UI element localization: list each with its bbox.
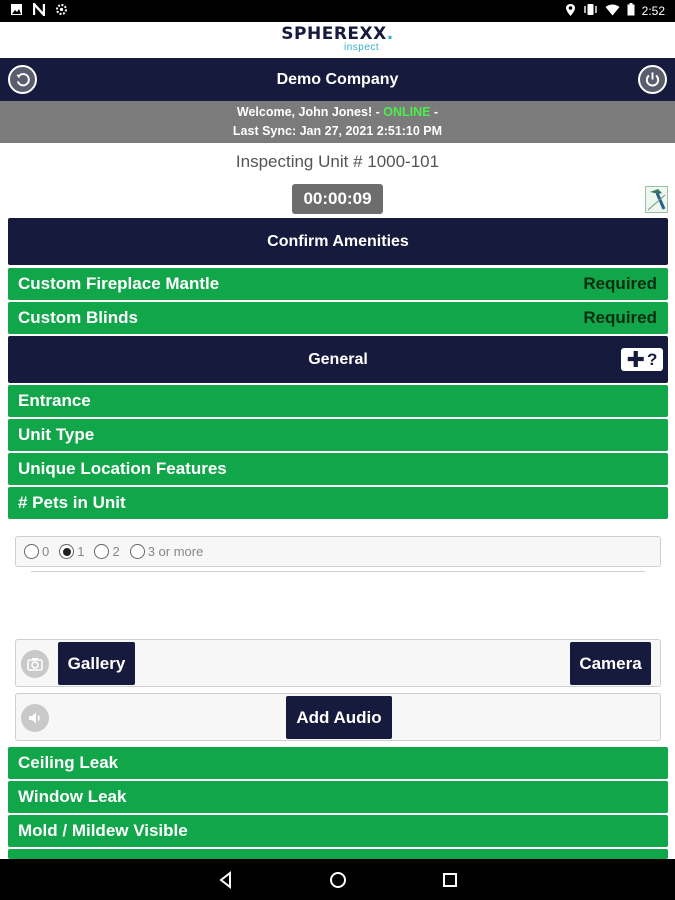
pets-radio-group: 0 1 2 3 or more [15,536,661,567]
hammer-tool-icon[interactable] [645,186,668,213]
section-header-general: General ✚? [8,336,668,383]
welcome-bar: Welcome, John Jones! - ONLINE - Last Syn… [0,101,675,143]
logo-dot: . [386,24,394,44]
status-right-icons: 2:52 [565,3,665,20]
status-bar: 2:52 [0,0,675,22]
question-label: # Pets in Unit [18,493,126,512]
plus-question-icon[interactable]: ✚? [621,348,663,371]
logo-text: SPHEREXX [281,24,387,44]
location-icon [565,3,576,20]
radio-button[interactable] [129,544,145,559]
plus-icon: ✚ [626,346,646,372]
app-header: Demo Company [0,58,675,101]
radio-dot [62,547,71,556]
inspection-timer: 00:00:09 [292,184,383,214]
radio-label: 2 [112,544,120,559]
battery-icon [627,3,635,19]
triangle-back-icon [219,870,231,890]
required-badge: Required [583,274,657,293]
last-sync: Last Sync: Jan 27, 2021 2:51:10 PM [232,124,443,138]
amenity-label: Custom Fireplace Mantle [18,274,220,293]
welcome-line: Welcome, John Jones! - ONLINE - [0,103,675,122]
amenity-row[interactable]: Custom Fireplace Mantle Required [8,268,668,300]
power-button[interactable] [638,65,667,94]
radio-label: 1 [77,544,85,559]
amenity-label: Custom Blinds [18,308,138,327]
amenity-row[interactable]: Custom Blinds Required [8,302,668,334]
android-nav-bar [0,859,675,900]
radio-button[interactable] [24,544,39,559]
nav-back-button[interactable] [215,869,237,891]
welcome-dash: - [430,105,439,119]
radio-option-3-or-more[interactable]: 3 or more [129,544,204,559]
welcome-text: Welcome, John Jones! - [236,105,384,119]
section-header-amenities: Confirm Amenities [8,218,668,265]
square-recents-icon [443,873,457,887]
status-left-icons [10,0,68,19]
audio-row: Add Audio [15,693,661,741]
back-button[interactable] [8,65,37,94]
logo-subtitle: inspect [344,42,380,53]
nav-home-button[interactable] [327,869,349,891]
question-label: Mold / Mildew Visible [18,821,188,840]
question-label: Unit Type [18,425,95,444]
required-badge: Required [583,308,657,327]
gallery-button[interactable]: Gallery [58,642,135,685]
divider [31,571,645,572]
n-icon [32,0,46,19]
back-arrow-icon [16,73,30,87]
settings-cog-icon [55,3,68,19]
logo: SPHEREXX. [0,24,675,44]
camera-icon [21,650,49,678]
question-label: Window Leak [18,787,127,806]
question-row-ceiling-leak[interactable]: Ceiling Leak [8,747,668,779]
logo-bar: SPHEREXX. inspect [0,22,675,58]
circle-home-icon [330,872,346,888]
vibrate-icon [583,3,598,19]
status-time: 2:52 [641,4,665,18]
question-label: Unique Location Features [18,459,227,478]
question-row-mold[interactable]: Mold / Mildew Visible [8,815,668,847]
radio-option-1[interactable]: 1 [59,544,84,559]
question-row-entrance[interactable]: Entrance [8,385,668,417]
nav-recents-button[interactable] [439,869,461,891]
pets-question-panel: 0 1 2 3 or more Gallery Camera Add Audio [8,520,668,744]
question-row-partial[interactable] [8,849,668,859]
question-row-pets[interactable]: # Pets in Unit [8,487,668,519]
radio-option-0[interactable]: 0 [24,544,49,559]
image-icon [10,3,23,19]
page-title: Demo Company [276,70,399,88]
question-row-unit-type[interactable]: Unit Type [8,419,668,451]
section-title-general: General [308,350,368,368]
online-status: ONLINE [383,105,431,119]
radio-label: 3 or more [147,544,204,559]
section-title-amenities: Confirm Amenities [267,232,409,250]
inspecting-unit-label: Inspecting Unit # 1000-101 [235,152,440,171]
question-icon: ? [647,350,658,369]
question-label: Entrance [18,391,91,410]
question-label: Ceiling Leak [18,753,119,772]
power-icon [645,72,660,87]
radio-button-selected[interactable] [59,544,75,559]
add-audio-button[interactable]: Add Audio [286,696,392,739]
camera-button[interactable]: Camera [570,642,651,685]
wifi-icon [605,4,620,19]
radio-label: 0 [42,544,50,559]
radio-option-2[interactable]: 2 [94,544,120,559]
question-row-unique-location[interactable]: Unique Location Features [8,453,668,485]
speaker-icon [21,704,49,732]
question-row-window-leak[interactable]: Window Leak [8,781,668,813]
photo-row: Gallery Camera [15,639,661,687]
radio-button[interactable] [94,544,110,559]
